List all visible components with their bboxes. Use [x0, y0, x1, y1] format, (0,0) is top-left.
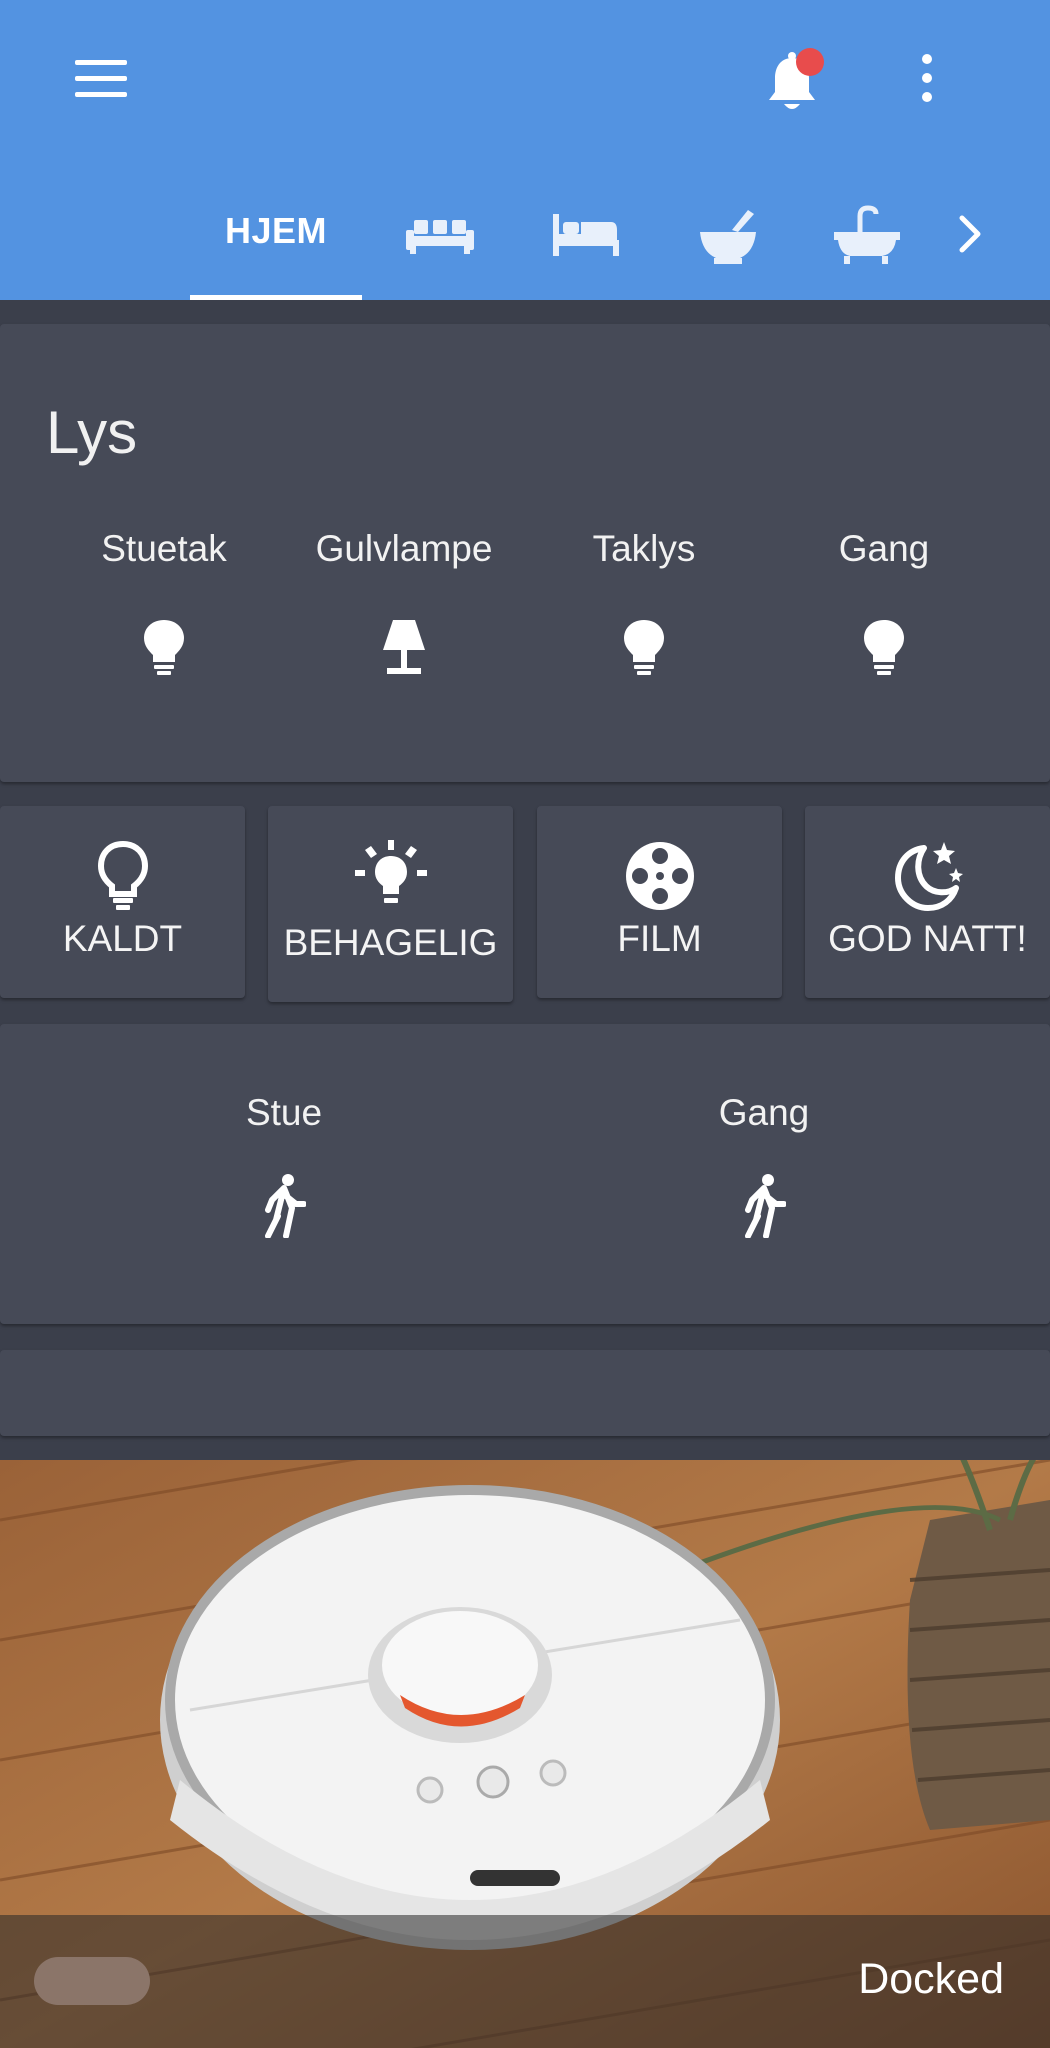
scene-label: GOD NATT!: [828, 918, 1027, 959]
floor-lamp-icon: [383, 620, 425, 674]
lightbulb-icon: [864, 620, 904, 675]
vacuum-action-button[interactable]: [34, 1957, 150, 2005]
motion-sensor-name: Stue: [245, 1092, 323, 1133]
lightbulb-on-icon: [354, 840, 427, 903]
bed-icon: [553, 214, 619, 256]
motion-sensor-name: Gang: [718, 1092, 810, 1133]
walking-person-icon: [745, 1174, 786, 1238]
film-reel-icon: [625, 842, 694, 910]
lights-card-title: Lys: [46, 399, 138, 466]
scene-label: FILM: [617, 918, 702, 959]
menu-icon[interactable]: [75, 60, 127, 98]
scene-label: BEHAGELIG: [283, 922, 498, 963]
notification-badge: [796, 48, 824, 76]
light-gang[interactable]: Gang: [764, 528, 1004, 676]
light-stuetak[interactable]: Stuetak: [44, 528, 284, 676]
tab-hjem-label: HJEM: [224, 210, 328, 251]
sofa-icon: [406, 220, 474, 254]
motion-sensor-stue[interactable]: Stue: [134, 1092, 434, 1238]
light-name: Gulvlampe: [315, 528, 493, 569]
motion-sensor-gang[interactable]: Gang: [614, 1092, 914, 1238]
lightbulb-icon: [144, 620, 184, 675]
mortar-icon: [700, 210, 756, 264]
scene-god-natt-button[interactable]: GOD NATT!: [805, 806, 1050, 998]
tabs-scroll-right-icon[interactable]: [950, 200, 994, 270]
scene-behagelig-button[interactable]: BEHAGELIG: [268, 806, 513, 1002]
tab-hjem[interactable]: HJEM: [190, 200, 362, 300]
more-options-icon[interactable]: [908, 52, 946, 104]
walking-person-icon: [265, 1174, 306, 1238]
tab-bath[interactable]: [830, 200, 900, 270]
empty-card: [0, 1350, 1050, 1436]
light-name: Gang: [838, 528, 930, 569]
tab-kitchen[interactable]: [688, 200, 768, 270]
bathtub-icon: [834, 205, 900, 264]
moon-stars-icon: [894, 842, 963, 911]
scene-kaldt-button[interactable]: KALDT: [0, 806, 245, 998]
light-taklys[interactable]: Taklys: [524, 528, 764, 676]
active-tab-indicator: [190, 295, 362, 300]
vacuum-state-label: Docked: [858, 1955, 1004, 2003]
light-name: Taklys: [592, 528, 696, 569]
tab-bed[interactable]: [545, 200, 625, 270]
lightbulb-icon: [624, 620, 664, 675]
lightbulb-outline-icon: [97, 840, 148, 910]
light-name: Stuetak: [101, 528, 227, 569]
notifications-bell-icon[interactable]: [760, 48, 824, 112]
tab-sofa[interactable]: [400, 200, 480, 270]
scene-film-button[interactable]: FILM: [537, 806, 782, 998]
light-gulvlampe[interactable]: Gulvlampe: [284, 528, 524, 676]
scene-label: KALDT: [62, 918, 183, 959]
